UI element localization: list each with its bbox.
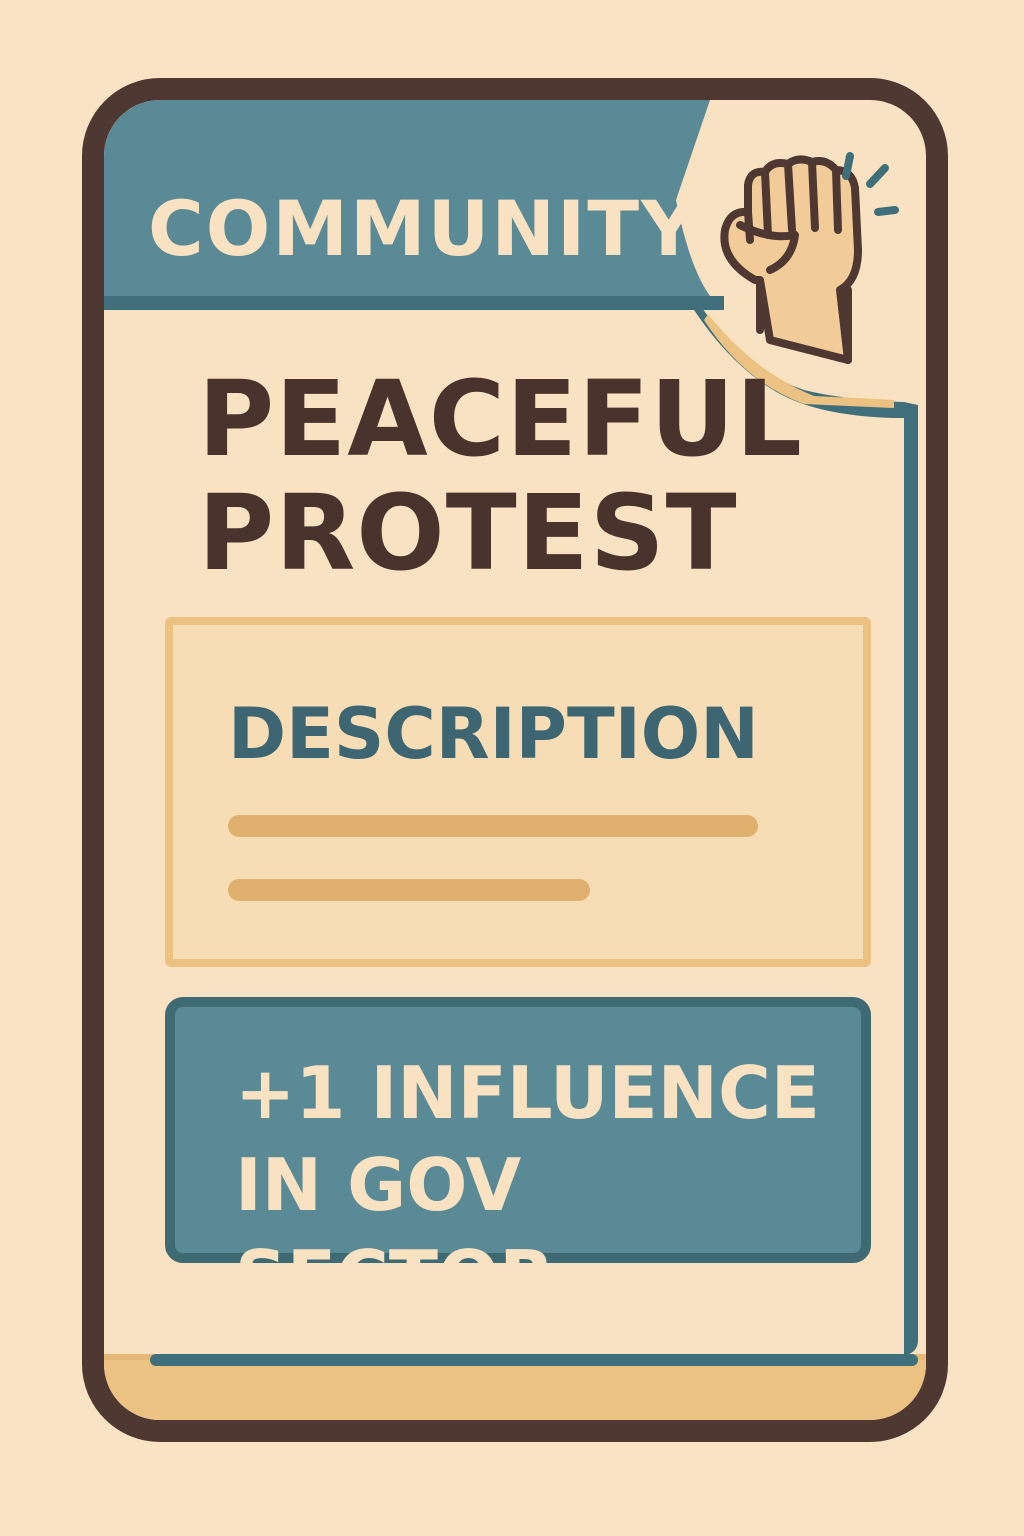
description-placeholder-line (228, 879, 590, 901)
effect-line-2: IN GOV SECTOR (235, 1143, 555, 1319)
raised-fist-icon (720, 152, 899, 364)
card-title: PEACEFUL PROTEST (198, 362, 803, 590)
effect-box: +1 INFLUENCE IN GOV SECTOR (165, 997, 871, 1319)
title-line-2: PROTEST (198, 472, 738, 594)
right-rail (904, 405, 918, 1355)
description-box: DESCRIPTION (165, 617, 871, 967)
description-heading: DESCRIPTION (228, 693, 759, 775)
category-label: COMMUNITY (148, 184, 699, 273)
title-line-1: PEACEFUL (198, 358, 803, 480)
bottom-rail (150, 1354, 918, 1366)
description-placeholder-line (228, 815, 758, 837)
effect-text: +1 INFLUENCE IN GOV SECTOR (235, 1047, 861, 1323)
effect-line-1: +1 INFLUENCE (235, 1051, 820, 1135)
